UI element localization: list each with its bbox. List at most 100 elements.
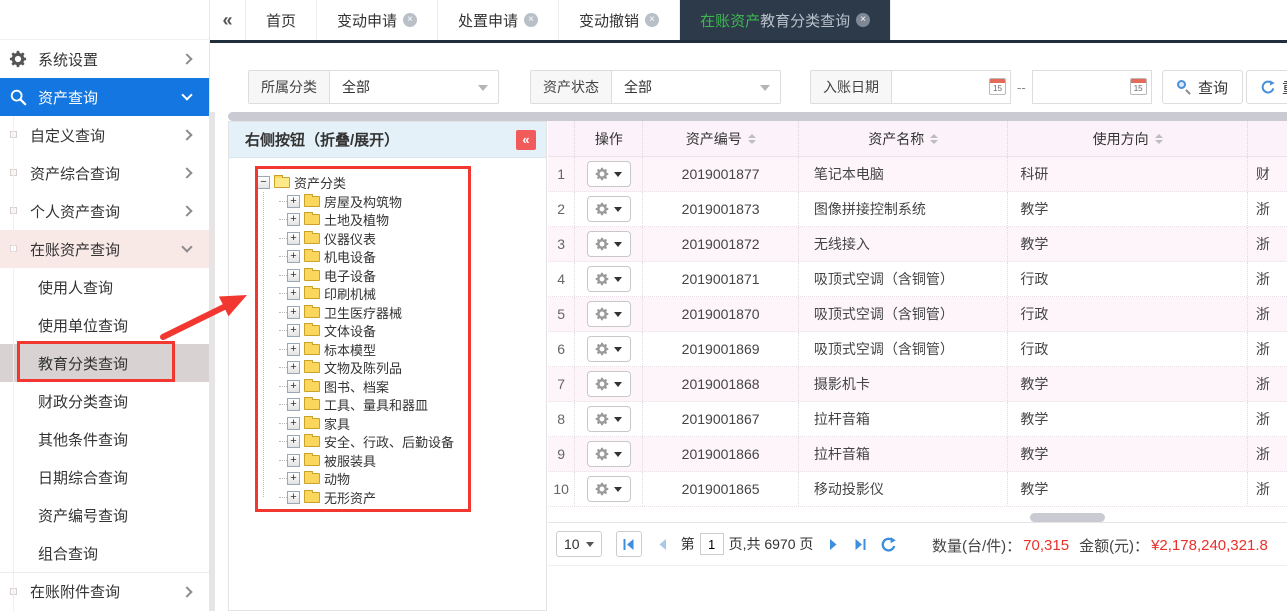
- search-button[interactable]: 查询: [1162, 70, 1243, 104]
- expand-node-icon[interactable]: +: [287, 435, 300, 448]
- tree-node-label[interactable]: 印刷机械: [324, 284, 376, 303]
- tab-home[interactable]: 首页: [246, 0, 317, 40]
- expand-node-icon[interactable]: +: [287, 361, 300, 374]
- tree-node-label[interactable]: 机电设备: [324, 247, 376, 266]
- tree-node-label[interactable]: 文体设备: [324, 321, 376, 340]
- header-asset-name[interactable]: 资产名称: [799, 121, 1008, 156]
- sidebar-item-onbook-asset-query[interactable]: 在账资产查询: [0, 230, 209, 268]
- row-actions-button[interactable]: [587, 301, 631, 327]
- filter-status-select[interactable]: 全部: [612, 71, 780, 103]
- table-row[interactable]: 2 2019001873 图像拼接控制系统 教学 浙: [548, 192, 1287, 227]
- tree-node[interactable]: + 卫生医疗器械: [279, 303, 546, 322]
- tree-node[interactable]: + 仪器仪表: [279, 229, 546, 248]
- close-icon[interactable]: ×: [856, 13, 870, 27]
- sidebar-item-fiscal-category-query[interactable]: 财政分类查询: [0, 382, 209, 420]
- expand-node-icon[interactable]: +: [287, 287, 300, 300]
- sidebar-item-asset-query[interactable]: 资产查询: [0, 78, 209, 116]
- tree-node-label[interactable]: 土地及植物: [324, 210, 389, 229]
- sidebar-item-user-query[interactable]: 使用人查询: [0, 268, 209, 306]
- tree-node[interactable]: + 机电设备: [279, 248, 546, 267]
- row-actions-button[interactable]: [587, 406, 631, 432]
- sidebar-scrollbar[interactable]: [209, 43, 215, 611]
- tree-node-label[interactable]: 工具、量具和器皿: [324, 395, 428, 414]
- tree-node[interactable]: + 安全、行政、后勤设备: [279, 433, 546, 452]
- horizontal-scrollbar-thumb[interactable]: [1030, 513, 1105, 522]
- tree-node-label[interactable]: 标本模型: [324, 340, 376, 359]
- tree-node-label[interactable]: 图书、档案: [324, 377, 389, 396]
- tree-node[interactable]: + 印刷机械: [279, 285, 546, 304]
- tree-node-label[interactable]: 家具: [324, 414, 350, 433]
- expand-node-icon[interactable]: +: [287, 195, 300, 208]
- sidebar-item-date-comprehensive-query[interactable]: 日期综合查询: [0, 458, 209, 496]
- row-actions-button[interactable]: [587, 266, 631, 292]
- tree-node[interactable]: + 动物: [279, 470, 546, 489]
- expand-node-icon[interactable]: +: [287, 324, 300, 337]
- tree-node[interactable]: + 电子设备: [279, 266, 546, 285]
- header-usage-direction[interactable]: 使用方向: [1008, 121, 1247, 156]
- expand-node-icon[interactable]: +: [287, 232, 300, 245]
- tree-node-label[interactable]: 电子设备: [324, 266, 376, 285]
- tree-node[interactable]: + 标本模型: [279, 340, 546, 359]
- expand-node-icon[interactable]: +: [287, 454, 300, 467]
- close-icon[interactable]: ×: [403, 13, 417, 27]
- tree-node[interactable]: + 图书、档案: [279, 377, 546, 396]
- calendar-icon[interactable]: 15: [989, 78, 1006, 95]
- row-actions-button[interactable]: [587, 336, 631, 362]
- sort-icon[interactable]: [748, 134, 756, 144]
- table-row[interactable]: 8 2019001867 拉杆音箱 教学 浙: [548, 402, 1287, 437]
- tab-education-category-query-active[interactable]: 在账资产 教育分类查询 ×: [680, 0, 891, 40]
- page-number-input[interactable]: [700, 533, 724, 555]
- filter-category-select[interactable]: 全部: [330, 71, 498, 103]
- tree-node-label[interactable]: 动物: [324, 469, 350, 488]
- refresh-button[interactable]: [881, 537, 896, 552]
- expand-node-icon[interactable]: +: [287, 213, 300, 226]
- tree-node[interactable]: + 家具: [279, 414, 546, 433]
- table-row[interactable]: 7 2019001868 摄影机卡 教学 浙: [548, 367, 1287, 402]
- tree-node-label[interactable]: 资产分类: [294, 173, 346, 192]
- tree-node[interactable]: + 文物及陈列品: [279, 359, 546, 378]
- sidebar-item-asset-number-query[interactable]: 资产编号查询: [0, 496, 209, 534]
- sidebar-item-combined-query[interactable]: 组合查询: [0, 534, 209, 572]
- sidebar-item-personal-asset-query[interactable]: 个人资产查询: [0, 192, 209, 230]
- header-asset-code[interactable]: 资产编号: [643, 121, 799, 156]
- calendar-icon[interactable]: 15: [1130, 78, 1147, 95]
- expand-node-icon[interactable]: +: [287, 398, 300, 411]
- tree-node-label[interactable]: 卫生医疗器械: [324, 303, 402, 322]
- sort-icon[interactable]: [930, 134, 938, 144]
- tree-node-label[interactable]: 仪器仪表: [324, 229, 376, 248]
- panel-collapse-button[interactable]: «: [516, 130, 536, 150]
- tree-node[interactable]: + 房屋及构筑物: [279, 192, 546, 211]
- expand-node-icon[interactable]: +: [287, 343, 300, 356]
- last-page-button[interactable]: [854, 538, 867, 551]
- prev-page-button[interactable]: [656, 538, 669, 551]
- table-row[interactable]: 3 2019001872 无线接入 教学 浙: [548, 227, 1287, 262]
- close-icon[interactable]: ×: [645, 13, 659, 27]
- table-row[interactable]: 5 2019001870 吸顶式空调（含铜管） 行政 浙: [548, 297, 1287, 332]
- sidebar-item-asset-comprehensive-query[interactable]: 资产综合查询: [0, 154, 209, 192]
- sidebar-item-using-unit-query[interactable]: 使用单位查询: [0, 306, 209, 344]
- expand-node-icon[interactable]: +: [287, 491, 300, 504]
- row-actions-button[interactable]: [587, 231, 631, 257]
- page-size-select[interactable]: 10: [556, 531, 602, 557]
- sidebar-item-other-condition-query[interactable]: 其他条件查询: [0, 420, 209, 458]
- tree-node-label[interactable]: 无形资产: [324, 488, 376, 507]
- tree-node-label[interactable]: 安全、行政、后勤设备: [324, 432, 454, 451]
- first-page-button[interactable]: [616, 531, 642, 557]
- row-actions-button[interactable]: [587, 161, 631, 187]
- row-actions-button[interactable]: [587, 371, 631, 397]
- table-row[interactable]: 6 2019001869 吸顶式空调（含铜管） 行政 浙: [548, 332, 1287, 367]
- expand-node-icon[interactable]: +: [287, 472, 300, 485]
- tree-node[interactable]: + 文体设备: [279, 322, 546, 341]
- sidebar-item-custom-query[interactable]: 自定义查询: [0, 116, 209, 154]
- tabs-collapse-button[interactable]: «: [210, 0, 246, 40]
- horizontal-scrollbar-top[interactable]: [228, 112, 1287, 121]
- sidebar-item-system-settings[interactable]: 系统设置: [0, 40, 209, 78]
- tree-node-label[interactable]: 房屋及构筑物: [324, 192, 402, 211]
- row-actions-button[interactable]: [587, 196, 631, 222]
- tree-node[interactable]: + 被服装具: [279, 451, 546, 470]
- table-row[interactable]: 10 2019001865 移动投影仪 教学 浙: [548, 472, 1287, 507]
- sidebar-item-education-category-query[interactable]: 教育分类查询: [0, 344, 209, 382]
- sidebar-item-onbook-attachment-query[interactable]: 在账附件查询: [0, 572, 209, 610]
- close-icon[interactable]: ×: [524, 13, 538, 27]
- tree-node[interactable]: + 工具、量具和器皿: [279, 396, 546, 415]
